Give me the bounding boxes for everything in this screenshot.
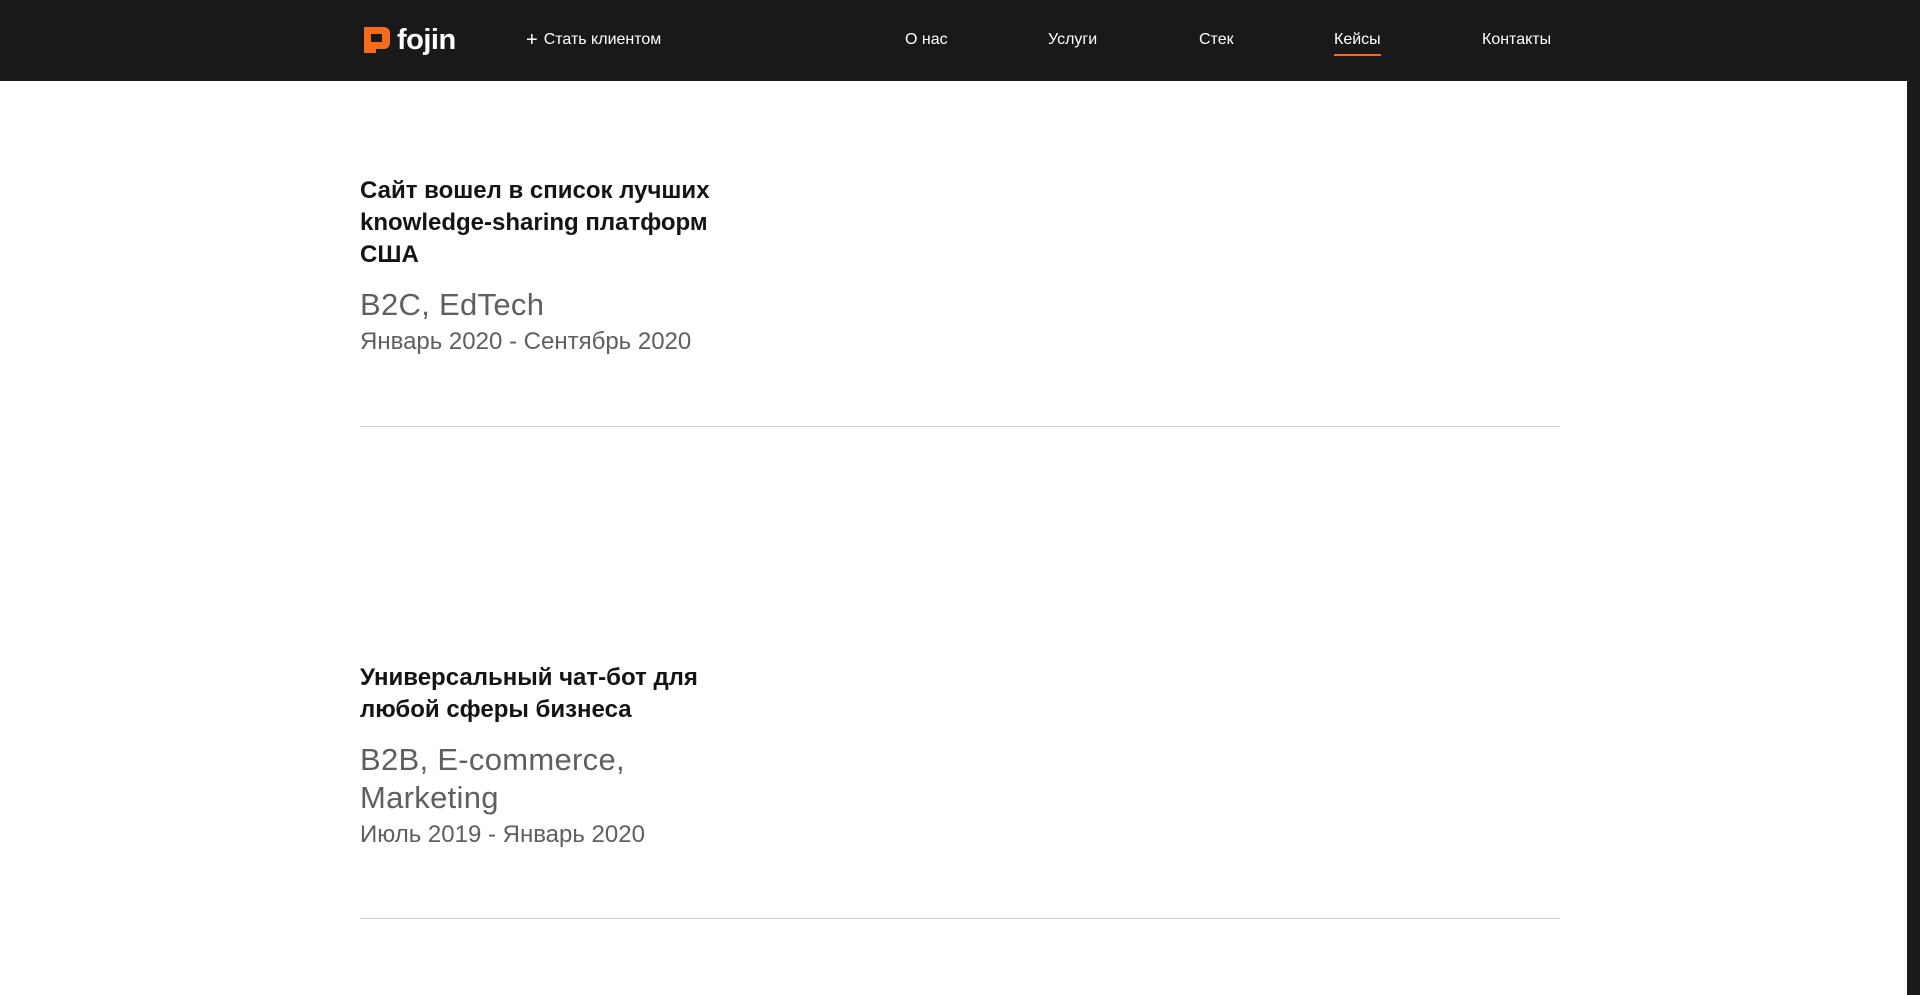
nav-item-stack[interactable]: Стек (1199, 29, 1234, 51)
case-title: Сайт вошел в список лучших knowledge-sha… (360, 177, 710, 268)
nav-item-about[interactable]: О нас (905, 29, 948, 51)
case-dates: Январь 2020 - Сентябрь 2020 (360, 328, 692, 355)
main-nav: О нас Услуги Стек Кейсы Контакты (0, 29, 1920, 59)
case-card[interactable]: Универсальный чат-бот для любой сферы би… (360, 662, 1560, 850)
divider (360, 426, 1560, 427)
page: fojin + Стать клиентом О нас Услуги Стек… (0, 0, 1920, 995)
divider (360, 918, 1560, 919)
nav-item-cases[interactable]: Кейсы (1334, 29, 1381, 56)
page-edge-strip (1907, 81, 1920, 995)
top-navigation-bar: fojin + Стать клиентом О нас Услуги Стек… (0, 0, 1920, 81)
nav-item-services[interactable]: Услуги (1048, 29, 1097, 51)
case-title: Универсальный чат-бот для любой сферы би… (360, 664, 698, 723)
case-card[interactable]: Сайт вошел в список лучших knowledge-sha… (360, 175, 1560, 357)
case-tags: B2C, EdTech (360, 287, 545, 322)
case-tags: B2B, E-commerce, Marketing (360, 742, 625, 815)
case-dates: Июль 2019 - Январь 2020 (360, 821, 645, 848)
nav-item-contacts[interactable]: Контакты (1482, 29, 1551, 51)
